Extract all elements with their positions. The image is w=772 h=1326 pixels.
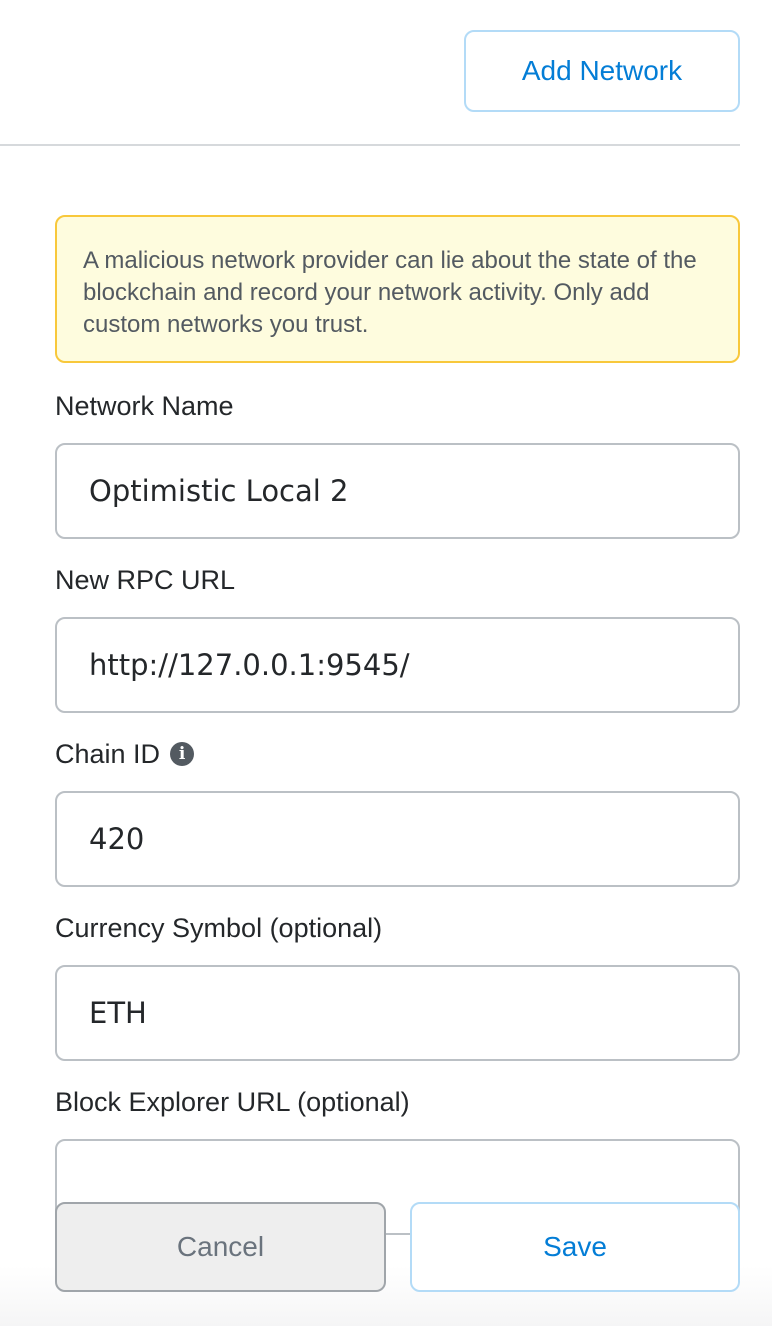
header: Add Network — [0, 0, 740, 146]
rpc-url-label: New RPC URL — [55, 563, 740, 597]
warning-message: A malicious network provider can lie abo… — [55, 215, 740, 363]
currency-symbol-input[interactable] — [55, 965, 740, 1061]
network-name-input[interactable] — [55, 443, 740, 539]
form-actions: Cancel Save — [55, 1202, 740, 1292]
currency-symbol-label: Currency Symbol (optional) — [55, 911, 740, 945]
chain-id-label: Chain ID i — [55, 737, 740, 771]
rpc-url-label-text: New RPC URL — [55, 564, 236, 595]
rpc-url-input[interactable] — [55, 617, 740, 713]
add-network-button[interactable]: Add Network — [464, 30, 740, 112]
block-explorer-label-text: Block Explorer URL (optional) — [55, 1086, 410, 1117]
save-button[interactable]: Save — [410, 1202, 740, 1292]
network-name-label-text: Network Name — [55, 390, 234, 421]
network-name-label: Network Name — [55, 389, 740, 423]
network-form: A malicious network provider can lie abo… — [55, 215, 740, 1235]
info-icon[interactable]: i — [170, 742, 195, 766]
chain-id-label-text: Chain ID — [55, 738, 161, 769]
block-explorer-label: Block Explorer URL (optional) — [55, 1085, 740, 1119]
currency-symbol-label-text: Currency Symbol (optional) — [55, 912, 383, 943]
chain-id-input[interactable] — [55, 791, 740, 887]
cancel-button[interactable]: Cancel — [55, 1202, 386, 1292]
